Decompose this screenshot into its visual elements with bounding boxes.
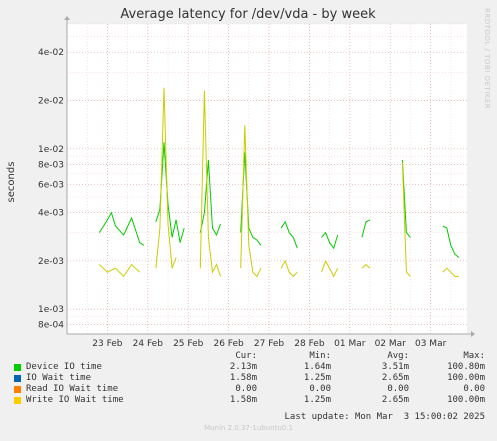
y-axis-label: seconds [6, 162, 17, 203]
legend-min: 1.25m [303, 373, 331, 383]
y-tick-label: 8e-04 [38, 321, 64, 331]
legend-swatch [14, 386, 21, 393]
legend-max: 100.00m [447, 395, 485, 405]
legend-header: Cur: Min: Avg: Max: [0, 351, 497, 362]
legend-max: 0.00 [463, 384, 485, 394]
y-tick-label: 8e-03 [38, 160, 64, 170]
legend-min: 1.25m [303, 395, 331, 405]
x-tick-label: 03 Mar [415, 339, 447, 349]
latency-chart: 8e-04 1e-03 2e-03 4e-03 6e-03 8e-03 1e-02 2e-02… [6, 7, 491, 349]
header-min: Min: [309, 351, 331, 361]
legend-swatch [14, 397, 21, 404]
y-axis-arrow-icon [64, 16, 70, 20]
x-tick-label: 27 Feb [254, 339, 285, 349]
legend-avg: 2.65m [381, 373, 409, 383]
y-tick-label: 4e-02 [38, 48, 64, 58]
last-update: Last update: Mon Mar 3 15:00:02 2025 [284, 412, 485, 422]
x-tick-label: 26 Feb [213, 339, 244, 349]
y-tick-label: 6e-03 [38, 180, 64, 190]
legend-row-write-io-wait: Write IO Wait time 1.58m 1.25m 2.65m 100… [0, 395, 497, 406]
rrdtool-label: RRDTOOL / TOBI OETIKER [483, 8, 491, 109]
y-tick-label: 2e-02 [38, 97, 64, 107]
header-avg: Avg: [387, 351, 409, 361]
x-tick-label: 02 Mar [375, 339, 407, 349]
legend-label: Write IO Wait time [26, 395, 124, 405]
legend-max: 100.00m [447, 373, 485, 383]
x-tick-label: 24 Feb [133, 339, 164, 349]
legend-avg: 3.51m [381, 362, 409, 372]
legend-cur: 1.58m [229, 395, 257, 405]
legend-row-io-wait: IO Wait time 1.58m 1.25m 2.65m 100.00m [0, 373, 497, 384]
legend-max: 100.80m [447, 362, 485, 372]
plot-background [67, 24, 467, 334]
x-axis-arrow-icon [471, 331, 475, 337]
y-tick-label: 4e-03 [38, 209, 64, 219]
legend-label: IO Wait time [26, 373, 92, 383]
legend-cur: 2.13m [229, 362, 257, 372]
legend-row-read-io-wait: Read IO Wait time 0.00 0.00 0.00 0.00 [0, 384, 497, 395]
legend-cur: 0.00 [235, 384, 257, 394]
legend-min: 1.64m [303, 362, 331, 372]
legend-min: 0.00 [309, 384, 331, 394]
chart-title: Average latency for /dev/vda - by week [120, 7, 376, 22]
x-tick-label: 28 Feb [294, 339, 325, 349]
legend-table: Cur: Min: Avg: Max: Device IO time 2.13m… [0, 351, 497, 422]
legend-avg: 0.00 [387, 384, 409, 394]
x-tick-label: 01 Mar [334, 339, 366, 349]
legend-label: Device IO time [26, 362, 102, 372]
legend-label: Read IO Wait time [26, 384, 119, 394]
legend-swatch [14, 364, 21, 371]
x-tick-label: 25 Feb [173, 339, 204, 349]
legend-row-device-io: Device IO time 2.13m 1.64m 3.51m 100.80m [0, 362, 497, 373]
legend-cur: 1.58m [229, 373, 257, 383]
footer-munin-version: Munin 2.0.37-1ubuntu0.1 [204, 424, 293, 432]
legend-avg: 2.65m [381, 395, 409, 405]
legend-swatch [14, 375, 21, 382]
header-max: Max: [463, 351, 485, 361]
y-tick-label: 1e-02 [38, 145, 64, 155]
x-tick-label: 23 Feb [92, 339, 123, 349]
y-tick-label: 1e-03 [38, 305, 64, 315]
header-cur: Cur: [235, 351, 257, 361]
y-tick-label: 2e-03 [38, 257, 64, 267]
